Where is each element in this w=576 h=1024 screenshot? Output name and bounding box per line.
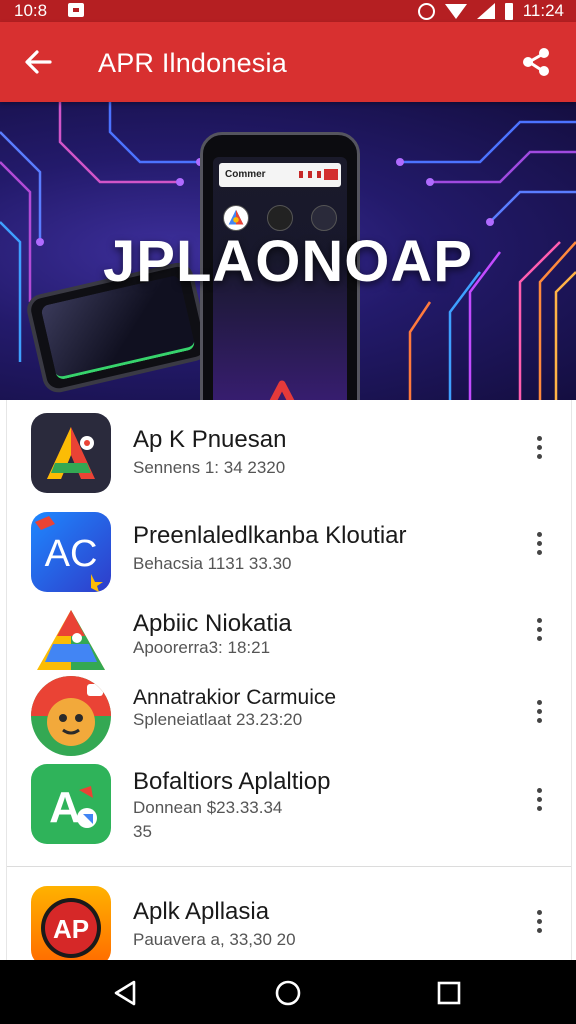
- nav-back-icon[interactable]: [108, 976, 142, 1010]
- page-title: APR Ilndonesia: [98, 48, 287, 78]
- app-icon-maps: [31, 604, 111, 684]
- app-subtitle-extra: 35: [133, 822, 152, 841]
- app-name: Annatrakior Carmuice: [133, 686, 337, 709]
- alarm-icon: [417, 2, 435, 20]
- hero-headline: JPLAONOAP: [103, 229, 473, 294]
- notification-icon: [68, 3, 84, 17]
- app-name: Preenlaledlkanba Kloutiar: [133, 522, 407, 549]
- phone-screen-header: Commer: [219, 163, 341, 187]
- app-name: Bofaltiors Aplaltiop: [133, 768, 331, 795]
- list-divider: [7, 866, 571, 867]
- signal-icon: [476, 3, 495, 19]
- more-vert-icon[interactable]: [531, 436, 547, 462]
- app-name: Ap K Pnuesan: [133, 426, 287, 453]
- arrow-left-icon[interactable]: [22, 46, 54, 78]
- app-subtitle: Spleneiatlaat 23.23:20: [133, 710, 303, 729]
- triangle-logo-icon: [269, 380, 295, 400]
- more-vert-icon[interactable]: [531, 700, 547, 726]
- status-bar: 10:8 11:24: [0, 0, 576, 22]
- status-time-left: 10:8: [14, 1, 48, 20]
- app-list: Ap K Pnuesan Sennens 1: 34 2320 AC Preen…: [6, 400, 572, 960]
- app-icon-cartoon: [31, 676, 111, 756]
- app-bar: APR Ilndonesia: [0, 22, 576, 102]
- more-vert-icon[interactable]: [531, 618, 547, 644]
- status-icons: 11:24: [417, 1, 564, 21]
- app-icon-ac-blue: AC: [31, 512, 111, 592]
- app-subtitle: Behacsia 1131 33.30: [133, 554, 292, 573]
- app-subtitle: Donnean $23.33.34: [133, 798, 283, 817]
- wifi-icon: [444, 3, 467, 19]
- svg-text:AP: AP: [53, 914, 89, 944]
- app-name: Apbiic Niokatia: [133, 610, 292, 637]
- app-icon-ap-orange: AP: [31, 886, 111, 960]
- more-vert-icon[interactable]: [531, 532, 547, 558]
- system-nav-bar: [0, 960, 576, 1024]
- battery-icon: [504, 2, 513, 20]
- app-subtitle: Sennens 1: 34 2320: [133, 458, 286, 477]
- phone-screen-title: Commer: [225, 169, 266, 180]
- app-subtitle: Apoorerra3: 18:21: [133, 638, 271, 657]
- share-icon[interactable]: [520, 46, 552, 78]
- more-vert-icon[interactable]: [531, 910, 547, 936]
- more-vert-icon[interactable]: [531, 788, 547, 814]
- hero-banner: Commer JPLAONOAP: [0, 102, 576, 400]
- status-time-right: 11:24: [522, 1, 564, 20]
- svg-text:A: A: [49, 783, 81, 832]
- nav-home-icon[interactable]: [271, 976, 305, 1010]
- app-icon-a-colorful: [31, 413, 111, 493]
- nav-recents-icon[interactable]: [432, 976, 466, 1010]
- app-icon-a-green: A: [31, 764, 111, 844]
- svg-text:AC: AC: [45, 533, 98, 575]
- app-name: Aplk Apllasia: [133, 898, 270, 925]
- app-subtitle: Pauavera a, 33,30 20: [133, 930, 296, 949]
